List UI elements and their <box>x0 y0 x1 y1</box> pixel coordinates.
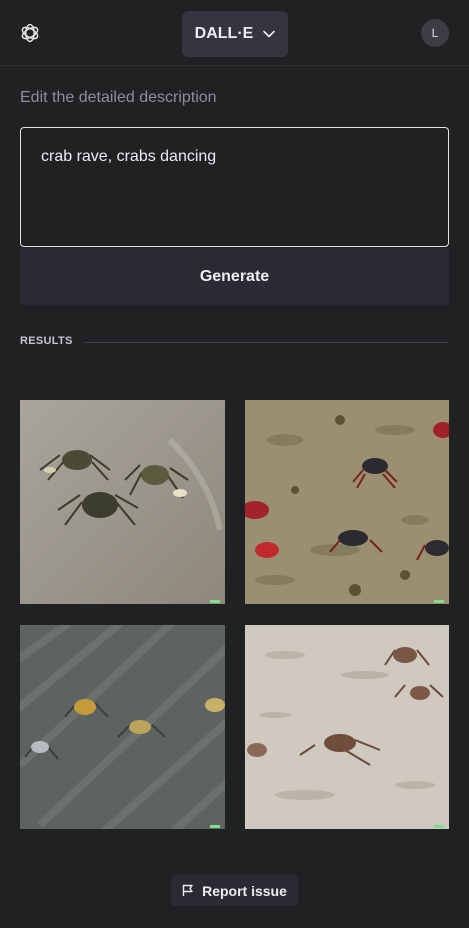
prompt-textarea[interactable]: crab rave, crabs dancing <box>20 127 449 247</box>
openai-logo-icon[interactable] <box>19 22 41 44</box>
generate-button[interactable]: Generate <box>20 248 449 305</box>
top-bar: DALL·E L <box>0 0 469 66</box>
result-image-1[interactable] <box>20 400 225 604</box>
chevron-down-icon <box>263 30 276 38</box>
results-divider <box>84 342 449 343</box>
model-selector-button[interactable]: DALL·E <box>182 11 288 57</box>
report-issue-label: Report issue <box>202 882 287 899</box>
result-image-2[interactable] <box>245 400 449 604</box>
flag-icon <box>182 884 193 896</box>
report-issue-button[interactable]: Report issue <box>171 875 298 906</box>
crab-photo-sand <box>20 400 225 604</box>
crab-photo-mudflat <box>245 400 449 604</box>
crab-photo-pale-sand <box>245 625 449 829</box>
result-image-4[interactable] <box>245 625 449 829</box>
description-label: Edit the detailed description <box>20 89 217 106</box>
crab-photo-dark-sand <box>20 625 225 829</box>
model-label: DALL·E <box>194 25 254 42</box>
result-image-3[interactable] <box>20 625 225 829</box>
user-avatar[interactable]: L <box>421 19 449 47</box>
results-heading: RESULTS <box>20 335 73 347</box>
